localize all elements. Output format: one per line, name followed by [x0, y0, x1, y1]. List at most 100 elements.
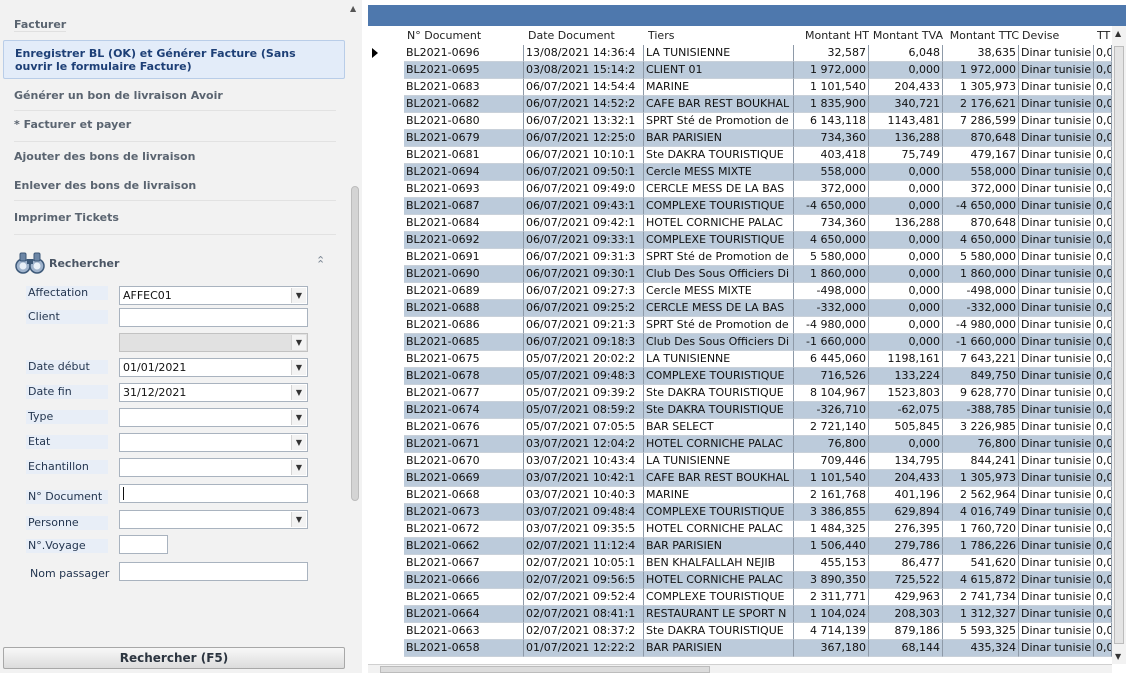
row-indicator[interactable] — [368, 334, 404, 351]
echantillon-combo[interactable]: ▼ — [119, 458, 308, 477]
row-indicator[interactable] — [368, 453, 404, 470]
row-indicator[interactable] — [368, 113, 404, 130]
table-row[interactable]: BL2021-0694 06/07/2021 09:50:1 Cercle MESS… — [368, 164, 1112, 181]
personne-combo[interactable]: ▼ — [119, 510, 308, 529]
task-facturer-payer[interactable]: * Facturer et payer — [14, 118, 131, 131]
table-row[interactable]: BL2021-0663 02/07/2021 08:37:2 Ste DAKRA T… — [368, 623, 1112, 640]
client-input[interactable] — [119, 308, 308, 327]
row-indicator[interactable] — [368, 368, 404, 385]
nom-passager-input[interactable] — [119, 562, 308, 581]
table-row[interactable]: BL2021-0691 06/07/2021 09:31:3 SPRT Sté de… — [368, 249, 1112, 266]
row-indicator[interactable] — [368, 130, 404, 147]
row-indicator[interactable] — [368, 521, 404, 538]
etat-combo[interactable]: ▼ — [119, 433, 308, 452]
task-generer-avoir[interactable]: Générer un bon de livraison Avoir — [14, 89, 223, 102]
table-row[interactable]: BL2021-0669 03/07/2021 10:42:1 CAFE BAR RE… — [368, 470, 1112, 487]
table-row[interactable]: BL2021-0665 02/07/2021 09:52:4 COMPLEXE TO… — [368, 589, 1112, 606]
row-indicator[interactable] — [368, 181, 404, 198]
table-row[interactable]: BL2021-0658 01/07/2021 12:22:2 BAR PARISIE… — [368, 640, 1112, 657]
date-debut-combo[interactable]: 01/01/2021 ▼ — [119, 358, 308, 377]
row-indicator[interactable] — [368, 402, 404, 419]
numero-voyage-input[interactable] — [119, 535, 168, 554]
col-header-tiers[interactable]: Tiers — [648, 29, 794, 42]
col-header-tt[interactable]: TT — [1097, 29, 1112, 42]
table-row[interactable]: BL2021-0692 06/07/2021 09:33:1 COMPLEXE TO… — [368, 232, 1112, 249]
scroll-down-arrow-icon[interactable]: ▼ — [1115, 652, 1121, 661]
dropdown-arrow-icon[interactable]: ▼ — [291, 512, 306, 527]
task-facturer[interactable]: Facturer — [14, 18, 67, 32]
task-enlever-bl[interactable]: Enlever des bons de livraison — [14, 179, 196, 192]
row-indicator[interactable] — [368, 572, 404, 589]
row-indicator[interactable] — [368, 249, 404, 266]
row-indicator[interactable] — [368, 62, 404, 79]
table-row[interactable]: BL2021-0664 02/07/2021 08:41:1 RESTAURANT … — [368, 606, 1112, 623]
row-indicator[interactable] — [368, 215, 404, 232]
table-row[interactable]: BL2021-0678 05/07/2021 09:48:3 COMPLEXE TO… — [368, 368, 1112, 385]
table-row[interactable]: BL2021-0667 02/07/2021 10:05:1 BEN KHALFAL… — [368, 555, 1112, 572]
table-row[interactable]: BL2021-0696 13/08/2021 14:36:4 LA TUNISIEN… — [368, 45, 1112, 62]
table-row[interactable]: BL2021-0672 03/07/2021 09:35:5 HOTEL CORNI… — [368, 521, 1112, 538]
left-scroll-thumb[interactable] — [351, 186, 359, 501]
col-header-montant-ttc[interactable]: Montant TTC — [943, 29, 1019, 42]
table-row[interactable]: BL2021-0688 06/07/2021 09:25:2 CERCLE MESS… — [368, 300, 1112, 317]
table-row[interactable]: BL2021-0662 02/07/2021 11:12:4 BAR PARISIE… — [368, 538, 1112, 555]
dropdown-arrow-icon[interactable]: ▼ — [291, 435, 306, 450]
table-row[interactable]: BL2021-0685 06/07/2021 09:18:3 Club Des So… — [368, 334, 1112, 351]
task-ajouter-bl[interactable]: Ajouter des bons de livraison — [14, 150, 195, 163]
search-section-header[interactable]: Rechercher ⌃ ⌃ — [14, 250, 336, 278]
col-header-montant-tva[interactable]: Montant TVA — [869, 29, 943, 42]
table-row[interactable]: BL2021-0689 06/07/2021 09:27:3 Cercle MESS… — [368, 283, 1112, 300]
grid-vertical-scrollbar[interactable]: ▲ ▼ — [1112, 26, 1126, 664]
col-header-montant-ht[interactable]: Montant HT — [794, 29, 869, 42]
row-indicator[interactable] — [368, 470, 404, 487]
table-row[interactable]: BL2021-0686 06/07/2021 09:21:3 SPRT Sté de… — [368, 317, 1112, 334]
type-combo[interactable]: ▼ — [119, 408, 308, 427]
row-indicator[interactable] — [368, 419, 404, 436]
table-row[interactable]: BL2021-0677 05/07/2021 09:39:2 Ste DAKRA T… — [368, 385, 1112, 402]
dropdown-arrow-icon[interactable]: ▼ — [291, 410, 306, 425]
numero-document-input[interactable] — [119, 484, 308, 503]
row-indicator[interactable] — [368, 538, 404, 555]
task-enregistrer-generer-facture[interactable]: Enregistrer BL (OK) et Générer Facture (… — [3, 40, 345, 79]
grid-hscroll-thumb[interactable] — [380, 666, 710, 673]
row-indicator[interactable] — [368, 96, 404, 113]
row-indicator[interactable] — [368, 589, 404, 606]
table-row[interactable]: BL2021-0687 06/07/2021 09:43:1 COMPLEXE TO… — [368, 198, 1112, 215]
row-indicator[interactable] — [368, 436, 404, 453]
row-indicator[interactable] — [368, 198, 404, 215]
collapse-chevron-icon[interactable]: ⌃ ⌃ — [316, 254, 325, 280]
left-panel-scrollbar[interactable]: ▲ — [348, 0, 362, 673]
row-indicator[interactable] — [368, 606, 404, 623]
date-fin-combo[interactable]: 31/12/2021 ▼ — [119, 383, 308, 402]
row-indicator[interactable] — [368, 266, 404, 283]
affectation-combo[interactable]: AFFEC01 ▼ — [119, 286, 308, 305]
grid-vscroll-thumb[interactable] — [1114, 46, 1124, 644]
row-indicator[interactable] — [368, 623, 404, 640]
dropdown-arrow-icon[interactable]: ▼ — [291, 385, 306, 400]
row-indicator[interactable] — [368, 317, 404, 334]
row-indicator[interactable] — [368, 164, 404, 181]
row-indicator[interactable] — [368, 385, 404, 402]
table-row[interactable]: BL2021-0673 03/07/2021 09:48:4 COMPLEXE TO… — [368, 504, 1112, 521]
dropdown-arrow-icon[interactable]: ▼ — [291, 460, 306, 475]
table-row[interactable]: BL2021-0693 06/07/2021 09:49:0 CERCLE MESS… — [368, 181, 1112, 198]
table-row[interactable]: BL2021-0683 06/07/2021 14:54:4 MARINE 1 101… — [368, 79, 1112, 96]
table-row[interactable]: BL2021-0679 06/07/2021 12:25:0 BAR PARISIE… — [368, 130, 1112, 147]
table-row[interactable]: BL2021-0676 05/07/2021 07:05:5 BAR SELECT 2… — [368, 419, 1112, 436]
col-header-date-document[interactable]: Date Document — [528, 29, 644, 42]
grid-horizontal-scrollbar[interactable] — [368, 664, 1112, 673]
table-row[interactable]: BL2021-0680 06/07/2021 13:32:1 SPRT Sté de… — [368, 113, 1112, 130]
table-row[interactable]: BL2021-0675 05/07/2021 20:02:2 LA TUNISIEN… — [368, 351, 1112, 368]
row-indicator[interactable] — [368, 147, 404, 164]
dropdown-arrow-icon[interactable]: ▼ — [291, 288, 306, 303]
row-indicator[interactable] — [368, 351, 404, 368]
row-indicator[interactable] — [368, 487, 404, 504]
task-imprimer-tickets[interactable]: Imprimer Tickets — [14, 211, 119, 224]
row-indicator[interactable] — [368, 283, 404, 300]
row-indicator[interactable] — [368, 300, 404, 317]
table-row[interactable]: BL2021-0682 06/07/2021 14:52:2 CAFE BAR RE… — [368, 96, 1112, 113]
row-indicator[interactable] — [368, 504, 404, 521]
table-row[interactable]: BL2021-0671 03/07/2021 12:04:2 HOTEL CORNI… — [368, 436, 1112, 453]
row-indicator[interactable] — [368, 555, 404, 572]
scroll-up-arrow-icon[interactable]: ▲ — [1115, 29, 1121, 38]
